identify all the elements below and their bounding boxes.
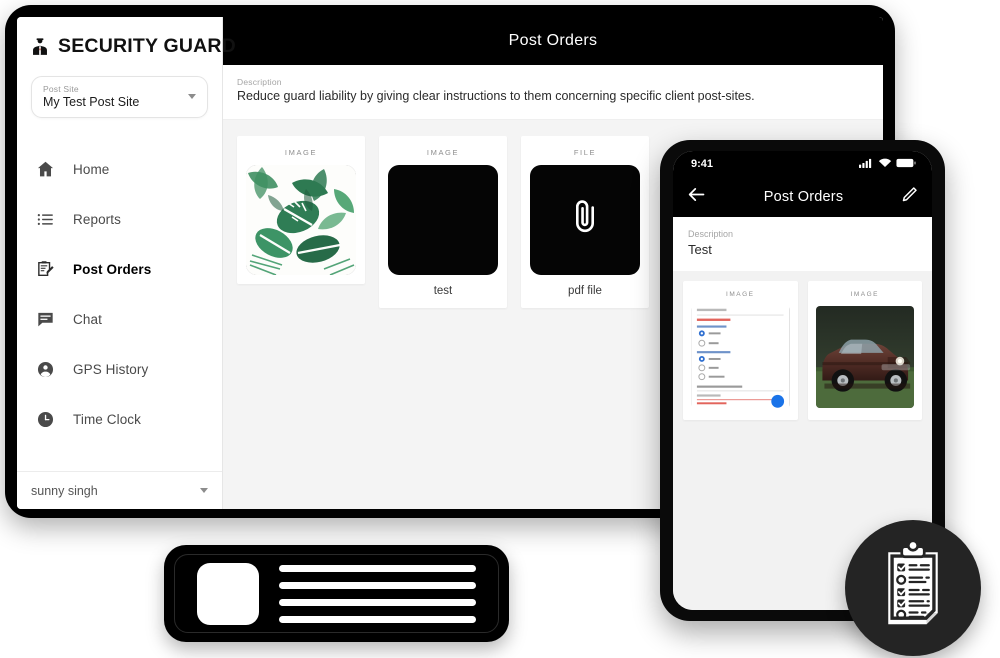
- paperclip-icon: [564, 196, 606, 243]
- post-site-label: Post Site: [43, 84, 79, 94]
- wifi-icon: [878, 155, 892, 173]
- sidebar-item-label: Reports: [73, 211, 121, 227]
- attachment-type: IMAGE: [284, 147, 318, 157]
- user-menu[interactable]: sunny singh: [17, 471, 222, 509]
- sidebar-item-time-clock[interactable]: Time Clock: [17, 394, 222, 444]
- sidebar-item-post-orders[interactable]: Post Orders: [17, 244, 222, 294]
- attachment-type: IMAGE: [426, 147, 460, 157]
- attachment-type: IMAGE: [850, 291, 879, 298]
- list-icon: [35, 209, 56, 230]
- page-title: Post Orders: [508, 32, 598, 49]
- sidebar-item-reports[interactable]: Reports: [17, 194, 222, 244]
- sidebar-item-home[interactable]: Home: [17, 144, 222, 194]
- attachment-card[interactable]: IMAGE test: [379, 135, 507, 308]
- status-icons: [859, 155, 916, 173]
- post-site-labels: Post Site My Test Post Site: [43, 84, 139, 109]
- pencil-icon[interactable]: [900, 185, 919, 209]
- post-site-selector[interactable]: Post Site My Test Post Site: [31, 76, 208, 118]
- sidebar-nav: Home Reports Post Orders Chat GPS Histor…: [17, 144, 222, 444]
- id-text-lines: [279, 564, 476, 623]
- clock-icon: [35, 409, 56, 430]
- phone-description-text: Test: [688, 242, 712, 257]
- sidebar-item-label: Home: [73, 161, 110, 177]
- scene: SECURITY GUARD Post Site My Test Post Si…: [0, 0, 1000, 658]
- sidebar-item-label: Post Orders: [73, 261, 152, 277]
- desktop-topbar: Post Orders: [223, 17, 883, 65]
- sidebar-item-label: Time Clock: [73, 411, 142, 427]
- phone-description-label: Description: [688, 229, 734, 239]
- description-label: Description: [237, 77, 282, 87]
- phone-attachment-card[interactable]: IMAGE: [683, 281, 798, 420]
- status-bar: 9:41: [673, 151, 932, 177]
- id-line: [279, 564, 476, 572]
- id-photo-placeholder: [197, 562, 259, 625]
- sidebar-item-label: GPS History: [73, 361, 149, 377]
- security-guard-icon: [29, 36, 51, 58]
- form-screenshot: [691, 306, 790, 408]
- clipboard-checklist-icon: [877, 538, 949, 636]
- id-line: [279, 581, 476, 589]
- post-site-value: My Test Post Site: [43, 95, 140, 109]
- phone-attachment-card[interactable]: IMAGE: [807, 281, 922, 420]
- clipboard-pencil-icon: [35, 259, 56, 280]
- phone-page-title: Post Orders: [763, 189, 844, 205]
- id-badge-inner: [174, 554, 499, 633]
- status-time: 9:41: [691, 158, 714, 170]
- chat-icon: [35, 309, 56, 330]
- description-panel: Description Reduce guard liability by gi…: [223, 65, 883, 120]
- battery-icon: [896, 155, 916, 173]
- file-thumbnail: [530, 164, 640, 275]
- signal-icon: [859, 155, 874, 173]
- chevron-down-icon: [188, 94, 196, 99]
- tropical-leaves-photo: [246, 164, 356, 275]
- brand-name: SECURITY GUARD: [58, 35, 236, 57]
- attachment-type: IMAGE: [726, 291, 755, 298]
- sidebar-item-chat[interactable]: Chat: [17, 294, 222, 344]
- attachment-type: FILE: [573, 147, 597, 157]
- attachment-name: pdf file: [568, 284, 602, 297]
- arrow-left-icon[interactable]: [686, 184, 707, 210]
- attachment-card[interactable]: FILE pdf file: [521, 135, 649, 308]
- black-placeholder: [388, 164, 498, 275]
- sidebar-item-label: Chat: [73, 311, 102, 327]
- id-badge-card: [164, 545, 509, 642]
- id-line: [279, 598, 476, 606]
- suv-car-photo: [815, 306, 914, 408]
- attachment-name: test: [433, 284, 453, 297]
- clipboard-badge: [845, 520, 981, 656]
- id-line: [279, 615, 476, 623]
- attachment-card[interactable]: IMAGE: [237, 135, 365, 284]
- phone-description-panel: Description Test: [673, 217, 932, 271]
- account-circle-icon: [35, 359, 56, 380]
- sidebar: SECURITY GUARD Post Site My Test Post Si…: [17, 17, 236, 509]
- sidebar-item-gps-history[interactable]: GPS History: [17, 344, 222, 394]
- chevron-down-icon: [200, 488, 208, 493]
- brand: SECURITY GUARD: [17, 17, 236, 70]
- home-icon: [35, 159, 56, 180]
- description-text: Reduce guard liability by giving clear i…: [237, 89, 755, 103]
- phone-topbar: Post Orders: [673, 177, 932, 217]
- user-name: sunny singh: [31, 483, 98, 498]
